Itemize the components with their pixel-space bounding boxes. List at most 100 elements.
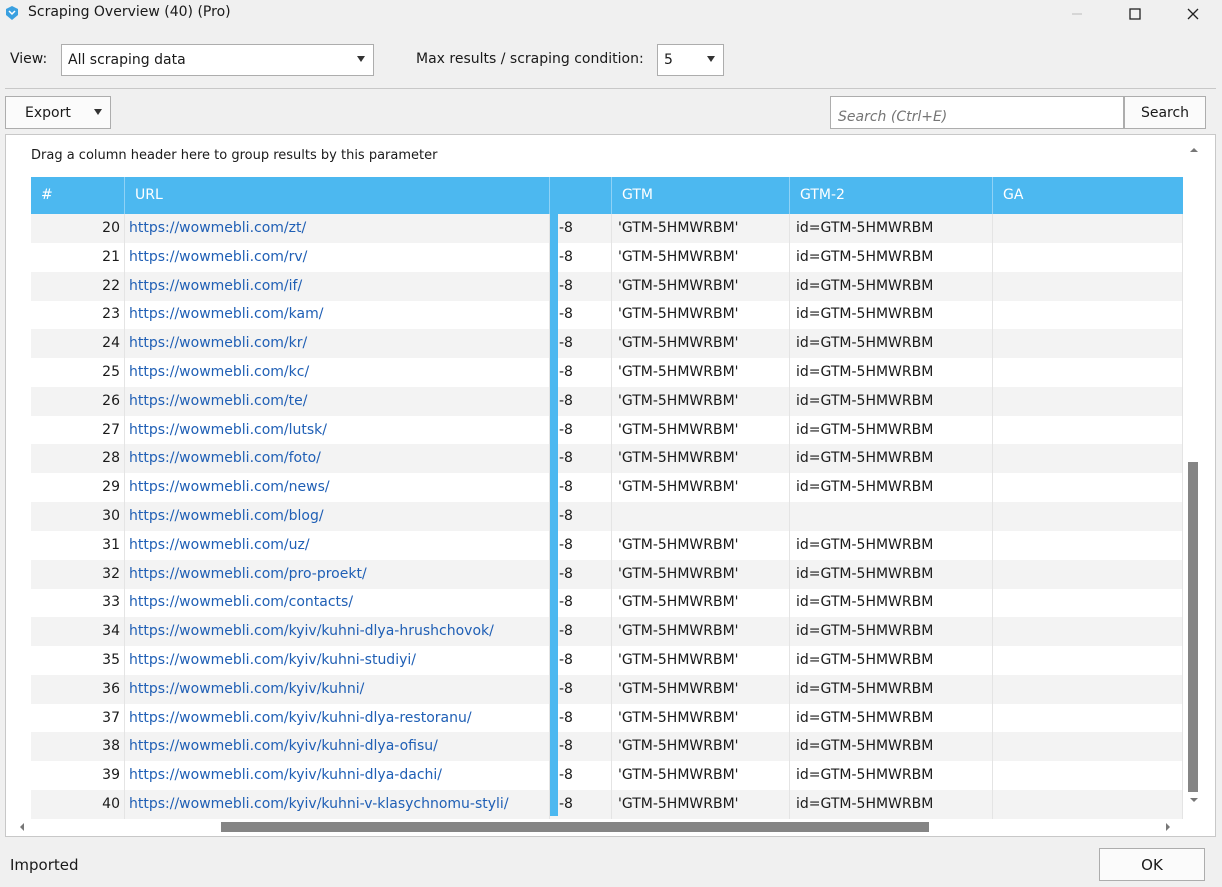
minimize-button[interactable]: [1048, 0, 1106, 28]
partial-cell: -8: [559, 444, 612, 474]
url-link[interactable]: https://wowmebli.com/contacts/: [125, 588, 550, 618]
ga-cell: [993, 300, 1183, 330]
url-link[interactable]: https://wowmebli.com/lutsk/: [125, 415, 550, 445]
ga-cell: [993, 444, 1183, 474]
table-row[interactable]: 29 https://wowmebli.com/news/ -8 'GTM-5HMWR…: [31, 473, 1183, 503]
table-row[interactable]: 33 https://wowmebli.com/contacts/ -8 'GTM-5…: [31, 588, 1183, 618]
table-row[interactable]: 23 https://wowmebli.com/kam/ -8 'GTM-5HMWRB…: [31, 300, 1183, 330]
max-results-select[interactable]: 5: [657, 44, 724, 76]
url-link[interactable]: https://wowmebli.com/kyiv/kuhni-dlya-ofi…: [125, 732, 550, 762]
gtm2-cell: id=GTM-5HMWRBM: [790, 530, 993, 560]
table-row[interactable]: 22 https://wowmebli.com/if/ -8 'GTM-5HMWRBM…: [31, 271, 1183, 301]
app-logo-icon: [6, 6, 18, 20]
column-header-url[interactable]: URL: [125, 177, 550, 214]
url-link[interactable]: https://wowmebli.com/te/: [125, 386, 550, 416]
url-link[interactable]: https://wowmebli.com/news/: [125, 473, 550, 503]
table-row[interactable]: 32 https://wowmebli.com/pro-proekt/ -8 'GTM…: [31, 559, 1183, 589]
url-link[interactable]: https://wowmebli.com/zt/: [125, 214, 550, 243]
url-link[interactable]: https://wowmebli.com/kyiv/kuhni-dlya-hru…: [125, 617, 550, 647]
scroll-left-icon[interactable]: [16, 821, 28, 833]
table-row[interactable]: 26 https://wowmebli.com/te/ -8 'GTM-5HMWRBM…: [31, 386, 1183, 416]
export-button[interactable]: Export: [5, 96, 111, 129]
horizontal-scrollbar-thumb[interactable]: [221, 822, 929, 832]
row-number: 31: [31, 530, 125, 560]
table-row[interactable]: 25 https://wowmebli.com/kc/ -8 'GTM-5HMWRBM…: [31, 358, 1183, 387]
table-row[interactable]: 20 https://wowmebli.com/zt/ -8 'GTM-5HMWRBM…: [31, 214, 1183, 243]
url-link[interactable]: https://wowmebli.com/kyiv/kuhni-dlya-dac…: [125, 761, 550, 791]
partial-cell: -8: [559, 358, 612, 387]
ga-cell: [993, 386, 1183, 416]
row-number: 33: [31, 588, 125, 618]
gtm2-cell: id=GTM-5HMWRBM: [790, 703, 993, 733]
table-row[interactable]: 38 https://wowmebli.com/kyiv/kuhni-dlya-o…: [31, 732, 1183, 762]
column-header-ga[interactable]: GA: [993, 177, 1183, 214]
column-header-hidden[interactable]: [558, 177, 612, 214]
url-link[interactable]: https://wowmebli.com/kam/: [125, 300, 550, 330]
row-number: 34: [31, 617, 125, 647]
scroll-up-icon[interactable]: [1187, 143, 1201, 157]
close-icon: [1187, 8, 1199, 20]
row-number: 39: [31, 761, 125, 791]
partial-cell: -8: [559, 646, 612, 675]
row-number: 25: [31, 358, 125, 387]
url-link[interactable]: https://wowmebli.com/kc/: [125, 358, 550, 387]
gtm2-cell: id=GTM-5HMWRBM: [790, 300, 993, 330]
row-number: 23: [31, 300, 125, 330]
url-link[interactable]: https://wowmebli.com/pro-proekt/: [125, 559, 550, 589]
url-link[interactable]: https://wowmebli.com/uz/: [125, 530, 550, 560]
ga-cell: [993, 329, 1183, 359]
ga-cell: [993, 617, 1183, 647]
ga-cell: [993, 559, 1183, 589]
gtm2-cell: id=GTM-5HMWRBM: [790, 444, 993, 474]
partial-cell: -8: [559, 588, 612, 618]
search-button[interactable]: Search: [1124, 96, 1206, 129]
partial-cell: -8: [559, 703, 612, 733]
url-link[interactable]: https://wowmebli.com/kyiv/kuhni-v-klasyc…: [125, 790, 550, 819]
row-number: 35: [31, 646, 125, 675]
partial-cell: -8: [559, 415, 612, 445]
table-row[interactable]: 30 https://wowmebli.com/blog/ -8: [31, 502, 1183, 531]
url-link[interactable]: https://wowmebli.com/rv/: [125, 242, 550, 272]
table-row[interactable]: 37 https://wowmebli.com/kyiv/kuhni-dlya-r…: [31, 703, 1183, 733]
url-link[interactable]: https://wowmebli.com/kyiv/kuhni/: [125, 674, 550, 704]
url-link[interactable]: https://wowmebli.com/if/: [125, 271, 550, 301]
url-link[interactable]: https://wowmebli.com/kyiv/kuhni-dlya-res…: [125, 703, 550, 733]
table-row[interactable]: 31 https://wowmebli.com/uz/ -8 'GTM-5HMWRBM…: [31, 530, 1183, 560]
table-row[interactable]: 27 https://wowmebli.com/lutsk/ -8 'GTM-5HMW…: [31, 415, 1183, 445]
row-number: 32: [31, 559, 125, 589]
group-by-hint[interactable]: Drag a column header here to group resul…: [31, 148, 437, 163]
row-number: 28: [31, 444, 125, 474]
gtm-cell: 'GTM-5HMWRBM': [612, 329, 790, 359]
column-header-number[interactable]: #: [31, 177, 125, 214]
row-number: 24: [31, 329, 125, 359]
table-row[interactable]: 28 https://wowmebli.com/foto/ -8 'GTM-5HMWR…: [31, 444, 1183, 474]
url-link[interactable]: https://wowmebli.com/kr/: [125, 329, 550, 359]
ok-button[interactable]: OK: [1099, 848, 1205, 881]
ga-cell: [993, 530, 1183, 560]
row-number: 22: [31, 271, 125, 301]
table-row[interactable]: 21 https://wowmebli.com/rv/ -8 'GTM-5HMWRBM…: [31, 242, 1183, 272]
gtm-cell: 'GTM-5HMWRBM': [612, 703, 790, 733]
table-row[interactable]: 35 https://wowmebli.com/kyiv/kuhni-studiy…: [31, 646, 1183, 675]
partial-cell: -8: [559, 761, 612, 791]
table-row[interactable]: 39 https://wowmebli.com/kyiv/kuhni-dlya-d…: [31, 761, 1183, 791]
partial-cell: -8: [559, 502, 612, 531]
gtm2-cell: id=GTM-5HMWRBM: [790, 214, 993, 243]
url-link[interactable]: https://wowmebli.com/foto/: [125, 444, 550, 474]
maximize-button[interactable]: [1106, 0, 1164, 28]
url-link[interactable]: https://wowmebli.com/kyiv/kuhni-studiyi/: [125, 646, 550, 675]
vertical-scrollbar-thumb[interactable]: [1188, 462, 1198, 792]
view-select[interactable]: All scraping data: [61, 44, 374, 76]
scroll-right-icon[interactable]: [1162, 821, 1174, 833]
table-row[interactable]: 24 https://wowmebli.com/kr/ -8 'GTM-5HMWRBM…: [31, 329, 1183, 359]
table-row[interactable]: 36 https://wowmebli.com/kyiv/kuhni/ -8 'GTM…: [31, 674, 1183, 704]
search-input[interactable]: [830, 96, 1124, 129]
url-link[interactable]: https://wowmebli.com/blog/: [125, 502, 550, 531]
table-row[interactable]: 34 https://wowmebli.com/kyiv/kuhni-dlya-h…: [31, 617, 1183, 647]
table-row[interactable]: 40 https://wowmebli.com/kyiv/kuhni-v-klas…: [31, 790, 1183, 819]
column-header-gtm2[interactable]: GTM-2: [790, 177, 993, 214]
close-button[interactable]: [1164, 0, 1222, 28]
column-header-gtm[interactable]: GTM: [612, 177, 790, 214]
scroll-down-icon[interactable]: [1187, 793, 1201, 807]
frozen-column-divider[interactable]: [550, 177, 558, 816]
